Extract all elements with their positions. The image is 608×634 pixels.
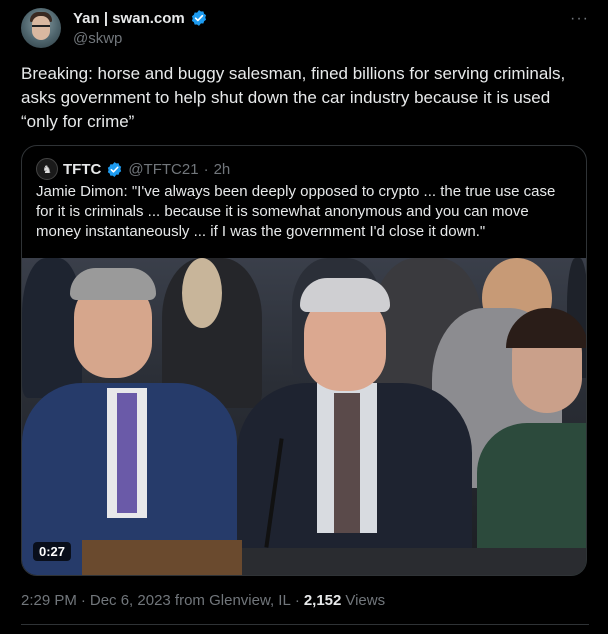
divider (21, 624, 589, 625)
tweet-text: Breaking: horse and buggy salesman, fine… (21, 64, 566, 131)
tweet: Yan | swan.com @skwp ··· Breaking: horse… (0, 0, 608, 634)
quoted-header: ♞ TFTC @TFTC21 · 2h (36, 158, 230, 180)
meta-separator: · (294, 592, 300, 609)
meta-separator: · (80, 592, 86, 609)
video-player[interactable]: 0:27 (22, 258, 586, 575)
verified-badge-icon (106, 161, 123, 178)
views-count[interactable]: 2,152 (304, 592, 342, 609)
author-name-row: Yan | swan.com (73, 9, 208, 27)
more-options-icon[interactable]: ··· (570, 10, 589, 28)
quoted-separator: · (203, 160, 209, 178)
quoted-text: Jamie Dimon: "I've always been deeply op… (36, 183, 556, 240)
tweet-time[interactable]: 2:29 PM (21, 592, 77, 609)
quoted-avatar[interactable]: ♞ (36, 158, 58, 180)
quoted-handle[interactable]: @TFTC21 (128, 161, 198, 178)
quoted-tweet[interactable]: ♞ TFTC @TFTC21 · 2h Jamie Dimon: "I've a… (21, 145, 587, 576)
author-display-name[interactable]: Yan | swan.com (73, 10, 185, 27)
views-label: Views (345, 592, 386, 609)
author-avatar[interactable] (21, 8, 61, 48)
quoted-time[interactable]: 2h (214, 161, 231, 178)
verified-badge-icon (190, 9, 208, 27)
video-duration: 0:27 (33, 542, 72, 561)
tweet-date[interactable]: Dec 6, 2023 from Glenview, IL (90, 592, 291, 609)
author-handle[interactable]: @skwp (73, 30, 122, 47)
tweet-meta: 2:29 PM · Dec 6, 2023 from Glenview, IL … (21, 592, 385, 609)
quoted-display-name[interactable]: TFTC (63, 161, 101, 178)
